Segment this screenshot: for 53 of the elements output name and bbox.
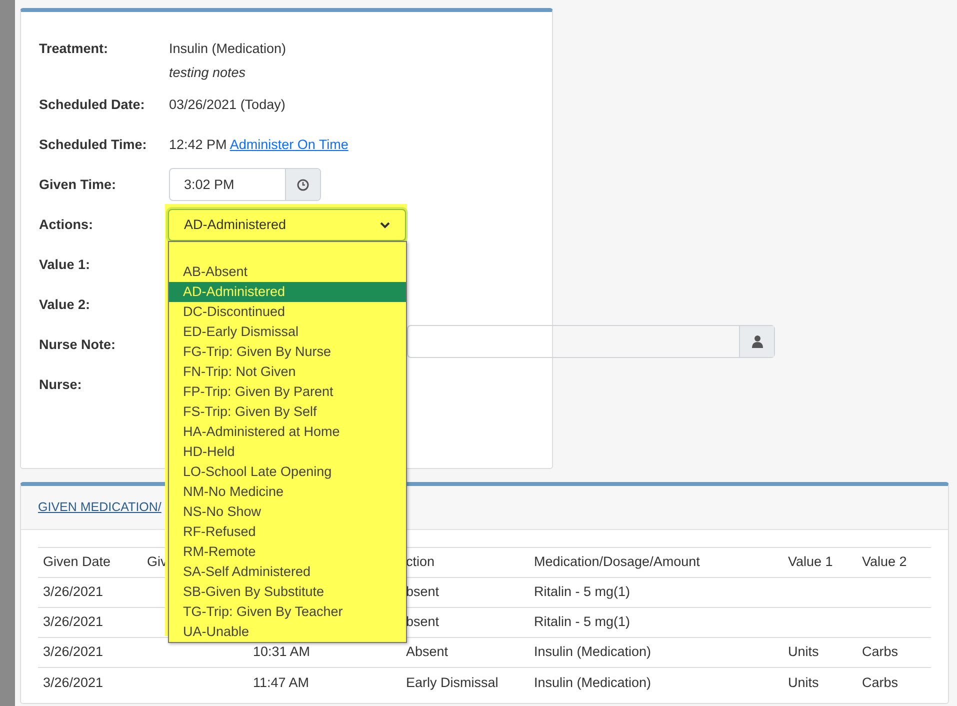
dropdown-option[interactable]: NM-No Medicine	[169, 482, 406, 502]
table-cell: Early Dismissal	[394, 668, 529, 698]
field-label: Value 2:	[39, 296, 92, 314]
actions-select[interactable]: AD-Administered	[168, 209, 406, 241]
table-cell: Carbs	[857, 638, 931, 668]
column-header: Medication/Dosage/Amount	[529, 548, 783, 578]
column-header: Given Date	[38, 548, 142, 578]
caret-icon	[380, 222, 390, 229]
table-cell: Ritalin - 5 mg(1)	[529, 578, 783, 608]
field-value: Insulin (Medication)	[169, 41, 286, 56]
field-label: Actions:	[39, 216, 94, 234]
column-header: Value 2	[857, 548, 931, 578]
field-label: Nurse:	[39, 376, 83, 394]
table-cell: Units	[783, 668, 857, 698]
table-cell: Insulin (Medication)	[529, 668, 783, 698]
table-cell: Ritalin - 5 mg(1)	[529, 608, 783, 638]
administer-link[interactable]: Administer On Time	[230, 137, 348, 152]
table-cell: 3/26/2021	[38, 668, 142, 698]
person-icon[interactable]	[739, 326, 774, 357]
field-label: Scheduled Date:	[39, 96, 146, 114]
table-cell: Carbs	[857, 668, 931, 698]
clock-icon[interactable]	[285, 169, 320, 200]
time-field[interactable]: 3:02 PM	[169, 168, 321, 201]
dropdown-option[interactable]: RF-Refused	[169, 522, 406, 542]
dropdown-option[interactable]: HA-Administered at Home	[169, 422, 406, 442]
table-cell: 11:47 AM	[248, 668, 394, 698]
field-label: Given Time:	[39, 176, 118, 194]
treatment-note: testing notes	[169, 64, 247, 82]
dropdown-option[interactable]: FN-Trip: Not Given	[169, 362, 406, 382]
dropdown-option[interactable]: FS-Trip: Given By Self	[169, 402, 406, 422]
field-label: Nurse Note:	[39, 336, 117, 354]
field-label: Value 1:	[39, 256, 92, 274]
dropdown-option[interactable]: AD-Administered	[169, 282, 406, 302]
dropdown-option[interactable]: NS-No Show	[169, 502, 406, 522]
table-cell: 3/26/2021	[38, 638, 142, 668]
section-title-link[interactable]: GIVEN MEDICATION/	[38, 500, 162, 514]
field-value: 03/26/2021 (Today)	[169, 97, 286, 112]
dropdown-option[interactable]: FP-Trip: Given By Parent	[169, 382, 406, 402]
table-cell: Units	[783, 638, 857, 668]
dropdown-option[interactable]: LO-School Late Opening	[169, 462, 406, 482]
note-field[interactable]	[407, 325, 775, 358]
field-value: 12:42 PM	[169, 137, 227, 152]
field-label: Scheduled Time:	[39, 136, 148, 154]
dropdown-option[interactable]: HD-Held	[169, 442, 406, 462]
dropdown-option[interactable]: AB-Absent	[169, 262, 406, 282]
table-cell: 3/26/2021	[38, 578, 142, 608]
dropdown-option[interactable]: FG-Trip: Given By Nurse	[169, 342, 406, 362]
table-cell: Insulin (Medication)	[529, 638, 783, 668]
column-header: Value 1	[783, 548, 857, 578]
dropdown-option[interactable]: DC-Discontinued	[169, 302, 406, 322]
dropdown-option[interactable]: ED-Early Dismissal	[169, 322, 406, 342]
table-cell: 3/26/2021	[38, 608, 142, 638]
field-label: Treatment:	[39, 40, 110, 58]
